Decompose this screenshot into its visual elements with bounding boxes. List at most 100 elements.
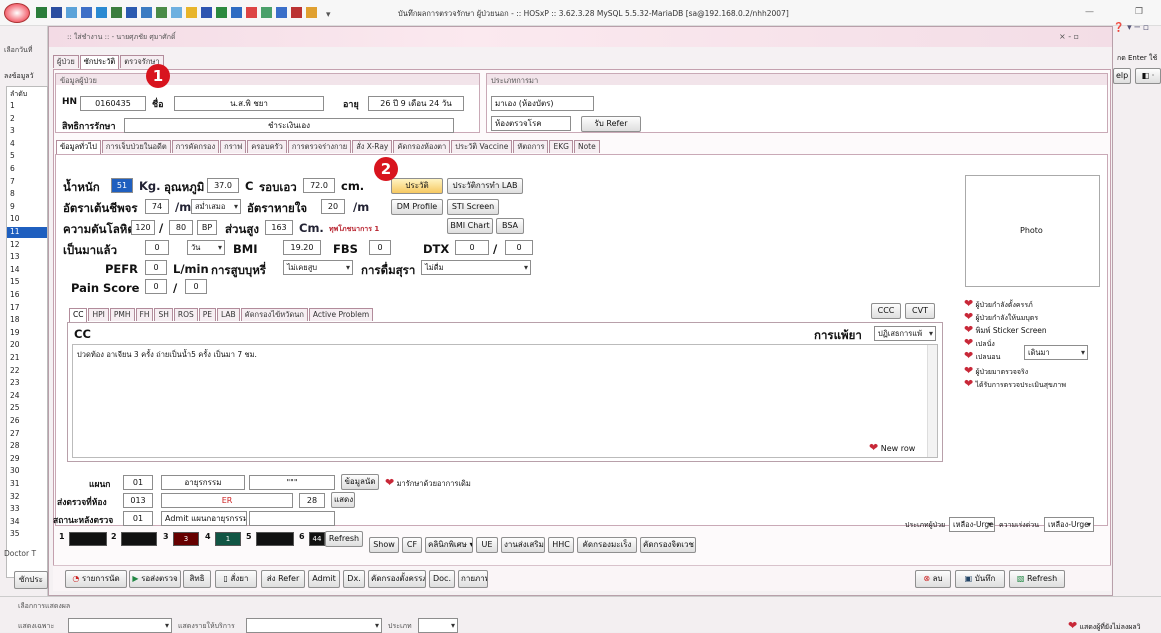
- resp-field[interactable]: 20: [321, 199, 345, 214]
- dbp-field[interactable]: 80: [169, 220, 193, 235]
- list-item[interactable]: 5: [10, 151, 15, 160]
- tab-lab[interactable]: LAB: [217, 308, 240, 321]
- list-item[interactable]: 27: [10, 429, 20, 438]
- ccc-button[interactable]: CCC: [871, 303, 901, 319]
- scrollbar[interactable]: [927, 345, 937, 457]
- dept-extra[interactable]: """: [249, 475, 335, 490]
- admit-button[interactable]: Admit: [308, 570, 340, 588]
- tab-bird-flu[interactable]: คัดกรองไข้หวัดนก: [240, 308, 308, 321]
- status-pregnant[interactable]: ❤ ผู้ป่วยกำลังตั้งครรภ์: [964, 297, 1033, 311]
- quick-cf-button[interactable]: CF: [402, 537, 422, 553]
- list-item[interactable]: 17: [10, 303, 20, 312]
- dept-code[interactable]: 01: [123, 475, 153, 490]
- post-status-name[interactable]: Admit แผนกอายุรกรรม: [161, 511, 247, 526]
- tab-family[interactable]: ครอบครัว: [247, 140, 287, 153]
- list-item[interactable]: 8: [10, 189, 15, 198]
- counter-refresh-button[interactable]: Refresh: [325, 531, 363, 547]
- send-room-code[interactable]: 013: [123, 493, 153, 508]
- since-unit-select[interactable]: วัน: [187, 240, 225, 255]
- status-breastfeeding[interactable]: ❤ ผู้ป่วยกำลังให้นมบุตร: [964, 310, 1038, 324]
- send-room-name[interactable]: ER: [161, 493, 293, 508]
- room-field[interactable]: ห้องตรวจโรค: [491, 116, 571, 131]
- photo-box[interactable]: Photo: [965, 175, 1100, 287]
- appointment-list-button[interactable]: ◔ รายการนัด: [65, 570, 127, 588]
- list-item[interactable]: 2: [10, 114, 15, 123]
- appointment-info-button[interactable]: ข้อมูลนัด: [341, 474, 379, 490]
- tab-pe[interactable]: PE: [198, 308, 217, 321]
- list-item[interactable]: 1: [10, 101, 15, 110]
- refresh-button[interactable]: ▧ Refresh: [1009, 570, 1065, 588]
- list-item[interactable]: 18: [10, 315, 20, 324]
- tab-xray[interactable]: สั่ง X-Ray: [352, 140, 393, 153]
- dm-profile-button[interactable]: DM Profile: [391, 199, 443, 215]
- status-stretcher[interactable]: ❤ เปลนอน: [964, 349, 1000, 363]
- quick-psych-button[interactable]: คัดกรองจิตเวช: [640, 537, 696, 553]
- post-status-code[interactable]: 01: [123, 511, 153, 526]
- physio-button[interactable]: กายภาพ: [458, 570, 488, 588]
- cc-textarea[interactable]: ปวดท้อง อาเจียน 3 ครั้ง ถ่ายเป็นน้ำ5 ครั…: [72, 344, 938, 458]
- list-item[interactable]: 14: [10, 265, 20, 274]
- height-field[interactable]: 163: [265, 220, 293, 235]
- counter-box[interactable]: 1: [215, 532, 241, 546]
- status-chair[interactable]: ❤ เปลนั่ง: [964, 336, 995, 350]
- list-item[interactable]: 24: [10, 391, 20, 400]
- list-item[interactable]: 15: [10, 277, 20, 286]
- dept-name[interactable]: อายุรกรรม: [161, 475, 245, 490]
- doc-button[interactable]: Doc.: [429, 570, 455, 588]
- list-item[interactable]: 7: [10, 177, 15, 186]
- list-item[interactable]: 9: [10, 202, 15, 211]
- quick-promotion-button[interactable]: งานส่งเสริม: [501, 537, 545, 553]
- quick-ue-button[interactable]: UE: [476, 537, 498, 553]
- counter-box[interactable]: 44: [309, 532, 325, 546]
- status-options[interactable]: ❤ ผู้ป่วยกำลังตั้งครรภ์ ❤ ผู้ป่วยกำลังให…: [964, 297, 1104, 427]
- list-item[interactable]: 26: [10, 416, 20, 425]
- rights-field[interactable]: ชำระเงินเอง: [124, 118, 454, 133]
- list-item[interactable]: 22: [10, 366, 20, 375]
- list-item[interactable]: 28: [10, 441, 20, 450]
- restore-icon[interactable]: ❐: [1135, 7, 1143, 17]
- tab-screening[interactable]: การคัดกรอง: [171, 140, 220, 153]
- list-item[interactable]: 6: [10, 164, 15, 173]
- tab-fh[interactable]: FH: [135, 308, 154, 321]
- list-item[interactable]: 29: [10, 454, 20, 463]
- tab-cc[interactable]: CC: [69, 308, 88, 323]
- list-item[interactable]: 31: [10, 479, 20, 488]
- history-tab-button[interactable]: ซักประ: [14, 571, 48, 589]
- tab-hpi[interactable]: HPI: [88, 308, 109, 321]
- tab-graph[interactable]: กราฟ: [220, 140, 247, 153]
- tab-note[interactable]: Note: [573, 140, 600, 153]
- fbs-field[interactable]: 0: [369, 240, 391, 255]
- inner-window-controls[interactable]: × - ▫: [1059, 32, 1079, 41]
- pulse-type-select[interactable]: สม่ำเสมอ: [191, 199, 241, 214]
- tab-procedure[interactable]: หัตถการ: [513, 140, 549, 153]
- temp-field[interactable]: 37.0: [207, 178, 239, 193]
- cc-tabs[interactable]: CC HPI PMH FH SH ROS PE LAB คัดกรองไข้หวัดนก Acti…: [69, 308, 374, 323]
- status-sticker[interactable]: ❤ พิมพ์ Sticker Screen: [964, 323, 1047, 337]
- prescribe-button[interactable]: ▯ สั่งยา: [215, 570, 257, 588]
- list-item[interactable]: 19: [10, 328, 20, 337]
- smoke-select[interactable]: ไม่เคยสูบ: [283, 260, 353, 275]
- quick-toolbar[interactable]: ▾: [36, 6, 366, 20]
- waiting-button[interactable]: ▶ รอส่งตรวจ: [129, 570, 181, 588]
- send-room-number[interactable]: 28: [299, 493, 325, 508]
- weight-field[interactable]: 51: [111, 178, 133, 193]
- save-button[interactable]: ▣ บันทึก: [955, 570, 1005, 588]
- delete-button[interactable]: ⊗ ลบ: [915, 570, 951, 588]
- cvt-button[interactable]: CVT: [905, 303, 935, 319]
- exit-button[interactable]: ◧ ·: [1135, 68, 1161, 84]
- rights-button[interactable]: สิทธิ: [183, 570, 211, 588]
- pain-field-1[interactable]: 0: [145, 279, 167, 294]
- new-row-link[interactable]: ❤ New row: [869, 441, 915, 454]
- pefr-field[interactable]: 0: [145, 260, 167, 275]
- list-item[interactable]: 21: [10, 353, 20, 362]
- allergy-select[interactable]: ปฏิเสธการแพ้: [874, 326, 936, 341]
- footer-status-select[interactable]: [418, 618, 458, 633]
- footer-service-select[interactable]: [246, 618, 382, 633]
- footer-show-select[interactable]: [68, 618, 172, 633]
- tab-ekg[interactable]: EKG: [549, 140, 573, 153]
- list-item[interactable]: 20: [10, 340, 20, 349]
- post-status-extra[interactable]: [249, 511, 335, 526]
- dtx-field-1[interactable]: 0: [455, 240, 489, 255]
- list-item[interactable]: 30: [10, 466, 20, 475]
- pain-field-2[interactable]: 0: [185, 279, 207, 294]
